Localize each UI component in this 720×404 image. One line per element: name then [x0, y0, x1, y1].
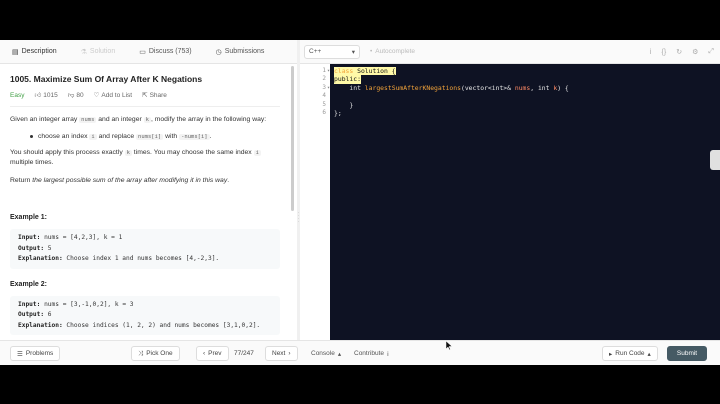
braces-icon[interactable]: {} — [662, 49, 667, 56]
chevron-left-icon: ‹ — [203, 350, 206, 357]
example-heading: Example 2: — [10, 280, 47, 288]
heart-icon: ♡ — [93, 92, 100, 99]
bottom-bar: ☰ Problems ⤨ Pick One ‹ Prev 77/247 Next… — [0, 340, 720, 365]
tab-label: Submissions — [224, 48, 265, 55]
tab-description[interactable]: ▤ Description — [0, 40, 69, 64]
problem-meta: Easy 👍︎ 1015 👎︎ 80 ♡ Add to List ⇱ Share — [10, 91, 280, 107]
run-code-button[interactable]: ▸ Run Code ▴ — [602, 346, 658, 361]
tab-solution: ⚗ Solution — [69, 40, 128, 64]
chevron-down-icon: ▾ — [351, 48, 355, 56]
tab-discuss[interactable]: ▭ Discuss (753) — [127, 40, 203, 64]
example-heading: Example 1: — [10, 214, 47, 221]
autocomplete-label: Autocomplete — [375, 48, 416, 55]
next-label: Next — [272, 350, 286, 357]
thumbs-down-icon: 👎︎ — [67, 92, 75, 99]
tab-label: Solution — [89, 48, 116, 55]
return-paragraph: Return the largest possible sum of the a… — [10, 177, 230, 184]
code-line: int largestSumAfterKNegations(vector<int… — [349, 83, 569, 92]
pick-one-button[interactable]: ⤨ Pick One — [131, 346, 180, 361]
code-editor[interactable]: 1 ▾ 2 3 ▾ 4 5 6 class Solution {public: in… — [300, 64, 720, 340]
intro-paragraph: Given an integer array nums and an integ… — [10, 116, 267, 123]
info-icon[interactable]: ⅰ — [650, 48, 652, 56]
submit-label: Submit — [676, 350, 698, 357]
share-icon: ⇱ — [142, 92, 148, 99]
submit-button[interactable]: Submit — [667, 346, 707, 361]
line-number: 2 — [322, 75, 326, 83]
tab-submissions[interactable]: ◷ Submissions — [204, 40, 277, 64]
code-area[interactable]: class Solution {public: int largestSumAf… — [330, 64, 720, 340]
bullet-icon: • — [370, 48, 373, 55]
dislike-button[interactable]: 👎︎ 80 — [67, 91, 84, 100]
rule-bullet: choose an index i and replace nums[i] wi… — [30, 133, 280, 140]
line-number: 6 — [322, 109, 326, 117]
document-icon: ▤ — [12, 48, 19, 56]
line-number: 1 ▾ — [322, 67, 330, 74]
language-value: C++ — [309, 48, 322, 55]
example-box: Input: nums = [3,-1,0,2], k = 3 Output: … — [10, 295, 280, 335]
language-select[interactable]: C++ ▾ — [304, 44, 360, 59]
share-button[interactable]: ⇱ Share — [142, 91, 167, 100]
line-number: 3 ▾ — [322, 83, 330, 91]
chevron-up-icon: ▴ — [337, 351, 342, 358]
autocomplete-toggle[interactable]: • Autocomplete — [370, 48, 415, 55]
add-to-list-button[interactable]: ♡ Add to List — [93, 91, 133, 100]
flask-icon: ⚗ — [80, 48, 87, 56]
example-box: Input: nums = [4,2,3], k = 1 Output: 5 E… — [10, 229, 280, 269]
tab-label: Description — [21, 48, 57, 55]
dislike-count: 80 — [76, 91, 84, 99]
like-button[interactable]: 👍︎ 1015 — [34, 91, 58, 100]
tab-label: Discuss (753) — [148, 48, 192, 55]
editor-toolbar: C++ ▾ • Autocomplete ⅰ {} ↻ ⚙ ⤢ — [300, 40, 720, 64]
prev-label: Prev — [208, 350, 222, 357]
problem-title: 1005. Maximize Sum Of Array After K Nega… — [10, 74, 203, 84]
next-button[interactable]: Next › — [265, 346, 298, 361]
code-line: } — [334, 100, 354, 109]
apply-paragraph: You should apply this process exactly k … — [10, 149, 261, 166]
problem-tabs: ▤ Description ⚗ Solution ▭ Discuss (753)… — [0, 40, 297, 64]
editor-pane: C++ ▾ • Autocomplete ⅰ {} ↻ ⚙ ⤢ 1 ▾ 2 3 ▾ … — [300, 40, 720, 340]
list-icon: ☰ — [17, 350, 23, 358]
editor-actions: ⅰ {} ↻ ⚙ ⤢ — [650, 40, 714, 64]
line-gutter: 1 ▾ 2 3 ▾ 4 5 6 — [300, 64, 330, 340]
run-code-label: Run Code — [615, 350, 645, 357]
chat-icon: ▭ — [139, 48, 146, 56]
fullscreen-icon[interactable]: ⤢ — [708, 48, 714, 56]
history-icon: ◷ — [215, 48, 222, 56]
console-label: Console — [311, 350, 335, 357]
add-to-list-label: Add to List — [101, 91, 133, 99]
line-number: 5 — [322, 100, 326, 108]
code-line: class Solution { — [334, 67, 396, 76]
prev-button[interactable]: ‹ Prev — [196, 346, 229, 361]
like-count: 1015 — [43, 91, 58, 99]
side-panel-handle[interactable] — [710, 150, 720, 170]
problem-description: 1005. Maximize Sum Of Array After K Nega… — [0, 65, 290, 340]
description-pane: ▤ Description ⚗ Solution ▭ Discuss (753)… — [0, 40, 297, 340]
info-icon: ⅰ — [387, 351, 389, 358]
reset-icon[interactable]: ↻ — [676, 48, 682, 56]
console-toggle[interactable]: Console ▴ — [311, 350, 341, 358]
run-icon: ▸ — [609, 350, 613, 358]
problems-button[interactable]: ☰ Problems — [10, 346, 61, 361]
code-line: public: — [334, 75, 361, 84]
page-indicator: 77/247 — [234, 350, 254, 357]
problems-label: Problems — [25, 350, 54, 357]
app-window: ▤ Description ⚗ Solution ▭ Discuss (753)… — [0, 40, 720, 365]
line-number: 4 — [322, 92, 326, 100]
chevron-up-icon: ▴ — [647, 350, 651, 358]
difficulty-badge: Easy — [10, 91, 25, 99]
chevron-right-icon: › — [288, 350, 291, 357]
settings-icon[interactable]: ⚙ — [692, 48, 698, 56]
share-label: Share — [149, 91, 167, 99]
description-scrollbar[interactable] — [291, 66, 294, 211]
contribute-button[interactable]: Contribute ⅰ — [354, 350, 389, 358]
thumbs-up-icon: 👍︎ — [34, 92, 42, 99]
contribute-label: Contribute — [354, 350, 384, 357]
shuffle-icon: ⤨ — [138, 349, 144, 357]
code-line: }; — [334, 109, 342, 118]
mouse-cursor-icon — [446, 341, 452, 350]
pick-one-label: Pick One — [146, 350, 173, 357]
